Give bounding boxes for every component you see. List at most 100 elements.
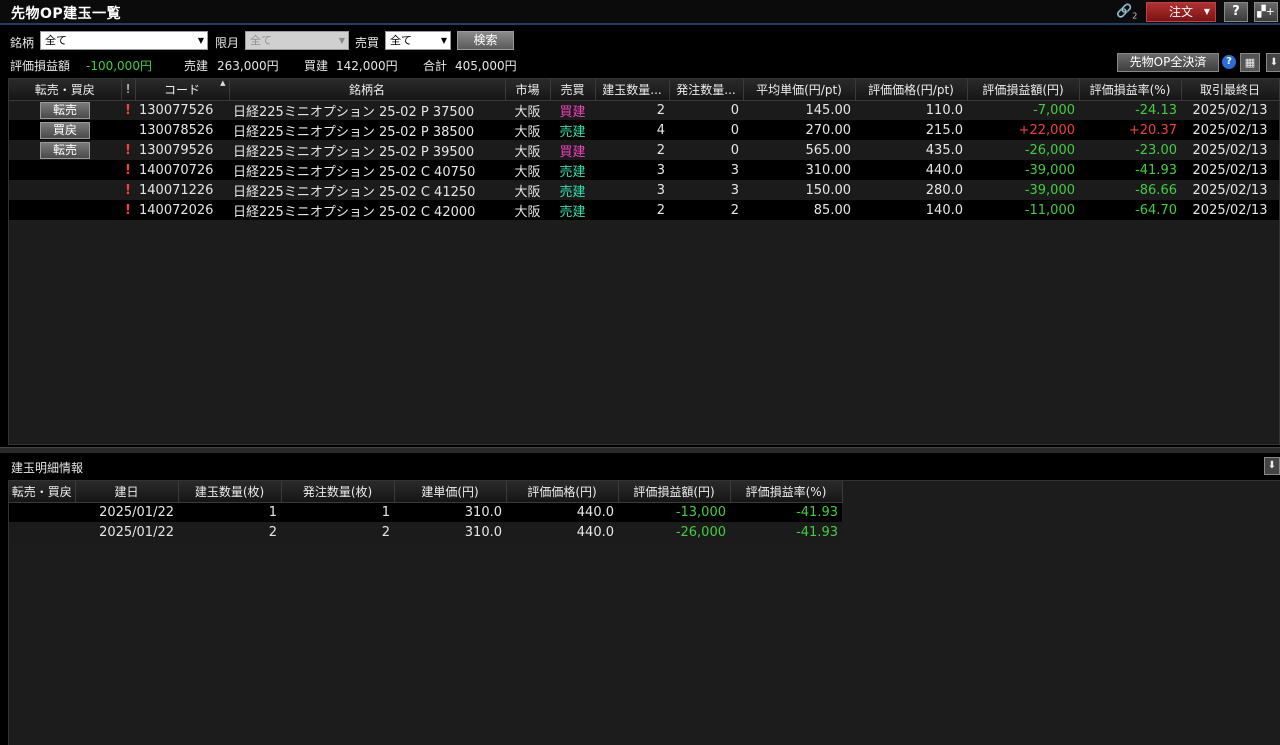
order-qty-cell: 0 bbox=[669, 140, 743, 160]
side-select-value: 全て bbox=[390, 34, 412, 47]
col-flag[interactable]: ! bbox=[121, 79, 136, 101]
pl-cell: +22,000 bbox=[967, 120, 1079, 140]
side-select[interactable]: 全て ▼ bbox=[385, 31, 451, 50]
alert-icon: ! bbox=[121, 100, 135, 120]
help-button[interactable]: ? bbox=[1224, 2, 1248, 22]
window-title: 先物OP建玉一覧 bbox=[11, 6, 122, 22]
open-date-cell: 2025/01/22 bbox=[75, 522, 178, 542]
col-code[interactable]: コード ▲ bbox=[135, 79, 230, 101]
pl-total-value: -100,000円 bbox=[86, 59, 152, 73]
month-label: 限月 bbox=[215, 36, 240, 50]
table-row[interactable]: 買戻 130078526 日経225ミニオプション 25-02 P 38500 … bbox=[9, 120, 1279, 140]
link-count: 2 bbox=[1132, 11, 1138, 21]
last-date-cell: 2025/02/13 bbox=[1181, 100, 1279, 120]
qty-cell: 1 bbox=[178, 502, 281, 522]
title-bar: 先物OP建玉一覧 🔗2 注文 ▼ ? ▞+ bbox=[0, 0, 1280, 25]
col-order-qty[interactable]: 発注数量(枚) bbox=[281, 481, 395, 503]
buyback-button[interactable]: 買戻 bbox=[40, 121, 90, 139]
resell-button[interactable]: 転売 bbox=[40, 141, 90, 159]
search-button[interactable]: 検索 bbox=[457, 31, 514, 50]
new-window-button[interactable]: ▞+ bbox=[1254, 2, 1278, 22]
action-cell: 転売 bbox=[9, 140, 121, 160]
calculator-icon[interactable]: ▦ bbox=[1240, 53, 1260, 72]
col-pl[interactable]: 評価損益額(円) bbox=[967, 79, 1080, 101]
eval-price-cell: 140.0 bbox=[855, 200, 967, 220]
col-open-price[interactable]: 建単価(円) bbox=[394, 481, 507, 503]
side-cell: 買建 bbox=[550, 140, 595, 160]
table-row[interactable]: 2025/01/22 1 1 310.0 440.0 -13,000 -41.9… bbox=[9, 502, 842, 522]
col-eval-price[interactable]: 評価価格(円) bbox=[506, 481, 619, 503]
table-row[interactable]: ! 140072026 日経225ミニオプション 25-02 C 42000 大… bbox=[9, 200, 1279, 220]
col-side[interactable]: 売買 bbox=[550, 79, 596, 101]
table-row[interactable]: 転売 ! 130077526 日経225ミニオプション 25-02 P 3750… bbox=[9, 100, 1279, 120]
detail-header: 建玉明細情報 ⬇ bbox=[0, 455, 1280, 477]
avg-price-cell: 565.00 bbox=[743, 140, 855, 160]
market-cell: 大阪 bbox=[505, 120, 550, 140]
last-date-cell: 2025/02/13 bbox=[1181, 140, 1279, 160]
qty-cell: 3 bbox=[595, 180, 669, 200]
code-cell: 130078526 bbox=[135, 120, 229, 140]
col-avg-price[interactable]: 平均単価(円/pt) bbox=[743, 79, 856, 101]
col-qty[interactable]: 建玉数量(枚) bbox=[178, 481, 282, 503]
col-pl-rate[interactable]: 評価損益率(%) bbox=[1079, 79, 1182, 101]
panel-splitter[interactable] bbox=[0, 447, 1280, 453]
col-name[interactable]: 銘柄名 bbox=[229, 79, 506, 101]
avg-price-cell: 270.00 bbox=[743, 120, 855, 140]
link-icon[interactable]: 🔗2 bbox=[1116, 4, 1138, 22]
table-row[interactable]: 転売 ! 130079526 日経225ミニオプション 25-02 P 3950… bbox=[9, 140, 1279, 160]
code-cell: 140072026 bbox=[135, 200, 229, 220]
brand-label: 銘柄 bbox=[10, 36, 35, 50]
col-qty[interactable]: 建玉数量... bbox=[595, 79, 670, 101]
last-date-cell: 2025/02/13 bbox=[1181, 120, 1279, 140]
col-eval-price[interactable]: 評価価格(円/pt) bbox=[855, 79, 968, 101]
col-last-date[interactable]: 取引最終日 bbox=[1181, 79, 1280, 101]
action-cell bbox=[9, 522, 75, 542]
pl-rate-cell: +20.37 bbox=[1079, 120, 1181, 140]
eval-price-cell: 280.0 bbox=[855, 180, 967, 200]
brand-select[interactable]: 全て ▼ bbox=[40, 31, 208, 50]
action-cell bbox=[9, 200, 121, 220]
download-icon[interactable]: ⬇ bbox=[1266, 53, 1280, 72]
col-market[interactable]: 市場 bbox=[505, 79, 551, 101]
table-row[interactable]: 2025/01/22 2 2 310.0 440.0 -26,000 -41.9… bbox=[9, 522, 842, 542]
eval-price-cell: 440.0 bbox=[506, 522, 618, 542]
code-cell: 140070726 bbox=[135, 160, 229, 180]
detail-header-row: 転売・買戻 建日 建玉数量(枚) 発注数量(枚) 建単価(円) 評価価格(円) … bbox=[9, 481, 843, 503]
col-action[interactable]: 転売・買戻 bbox=[9, 79, 122, 101]
col-pl[interactable]: 評価損益額(円) bbox=[618, 481, 731, 503]
month-select: 全て ▼ bbox=[245, 31, 349, 50]
positions-table: 転売・買戻 ! コード ▲ 銘柄名 市場 売買 建玉数量... 発注数量... 平… bbox=[9, 79, 1280, 220]
summary-bar: 評価損益額 -100,000円 売建 263,000円 買建 142,000円 … bbox=[0, 54, 1280, 74]
download-icon[interactable]: ⬇ bbox=[1264, 457, 1280, 475]
open-date-cell: 2025/01/22 bbox=[75, 502, 178, 522]
chevron-down-icon: ▼ bbox=[338, 36, 345, 45]
qty-cell: 4 bbox=[595, 120, 669, 140]
sell-total-value: 263,000円 bbox=[217, 59, 279, 73]
col-action[interactable]: 転売・買戻 bbox=[9, 481, 76, 503]
new-window-icon: ▞ bbox=[1257, 5, 1266, 18]
resell-button[interactable]: 転売 bbox=[40, 101, 90, 119]
pl-cell: -26,000 bbox=[967, 140, 1079, 160]
table-row[interactable]: ! 140071226 日経225ミニオプション 25-02 C 41250 大… bbox=[9, 180, 1279, 200]
grand-total-value: 405,000円 bbox=[455, 59, 517, 73]
order-qty-cell: 2 bbox=[281, 522, 394, 542]
avg-price-cell: 145.00 bbox=[743, 100, 855, 120]
pl-cell: -26,000 bbox=[618, 522, 730, 542]
col-open-date[interactable]: 建日 bbox=[75, 481, 179, 503]
col-order-qty[interactable]: 発注数量... bbox=[669, 79, 744, 101]
eval-price-cell: 110.0 bbox=[855, 100, 967, 120]
close-all-button[interactable]: 先物OP全決済 bbox=[1117, 53, 1219, 72]
table-row[interactable]: ! 140070726 日経225ミニオプション 25-02 C 40750 大… bbox=[9, 160, 1279, 180]
pl-rate-cell: -24.13 bbox=[1079, 100, 1181, 120]
avg-price-cell: 150.00 bbox=[743, 180, 855, 200]
pl-rate-cell: -41.93 bbox=[730, 502, 842, 522]
question-icon[interactable]: ? bbox=[1222, 55, 1236, 69]
col-code-label: コード bbox=[163, 82, 200, 97]
order-button[interactable]: 注文 ▼ bbox=[1146, 2, 1216, 22]
alert-icon: ! bbox=[121, 180, 135, 200]
eval-price-cell: 440.0 bbox=[506, 502, 618, 522]
name-cell: 日経225ミニオプション 25-02 C 42000 bbox=[229, 200, 505, 220]
col-pl-rate[interactable]: 評価損益率(%) bbox=[730, 481, 843, 503]
market-cell: 大阪 bbox=[505, 200, 550, 220]
pl-rate-cell: -41.93 bbox=[730, 522, 842, 542]
